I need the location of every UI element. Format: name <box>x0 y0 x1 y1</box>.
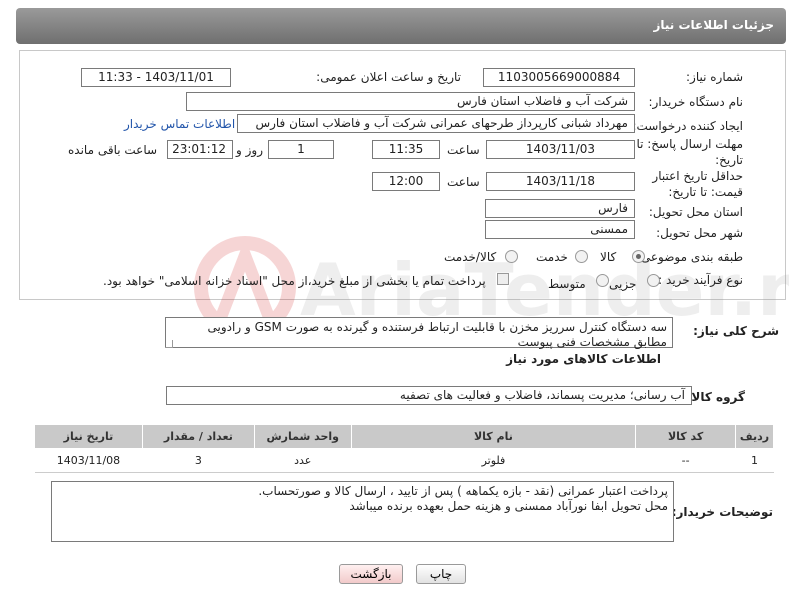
cell-row-number: 1 <box>735 448 774 473</box>
process-option-minor-label: جزیی <box>609 277 637 291</box>
goods-info-title: اطلاعات کالاهای مورد نیاز <box>506 352 661 366</box>
col-quantity: تعداد / مقدار <box>141 424 255 449</box>
requester-label: ایجاد کننده درخواست: <box>632 119 743 133</box>
process-label: نوع فرآیند خرید : <box>658 273 743 287</box>
cell-goods-code: -- <box>635 448 736 473</box>
general-desc-label: شرح کلی نیاز: <box>693 324 779 338</box>
reply-deadline-label: مهلت ارسال پاسخ: تا تاریخ: <box>636 137 743 167</box>
col-row-number: ردیف <box>735 424 774 449</box>
category-option-service-radio[interactable] <box>575 250 588 263</box>
general-desc-textarea: سه دستگاه کنترل سرریز مخزن با قابلیت ارت… <box>165 317 673 349</box>
buyer-org-field: شرکت آب و فاضلاب استان فارس <box>186 92 635 111</box>
category-label: طبقه بندی موضوعی: <box>636 250 743 264</box>
cell-quantity: 3 <box>142 448 255 473</box>
validity-time-field: 12:00 <box>372 172 440 191</box>
category-option-goods-label: کالا <box>600 250 617 264</box>
back-button[interactable]: بازگشت <box>339 564 403 584</box>
category-option-both-radio[interactable] <box>505 250 518 263</box>
col-need-date: تاریخ نیاز <box>34 424 143 449</box>
col-goods-code: کد کالا <box>635 424 737 449</box>
reply-time-label: ساعت <box>447 143 480 157</box>
page-title: جزئیات اطلاعات نیاز <box>653 18 774 32</box>
city-field: ممسنی <box>485 220 635 239</box>
process-option-medium-label: متوسط <box>548 277 586 291</box>
goods-group-field: آب رسانی؛ مدیریت پسماند، فاضلاب و فعالیت… <box>166 386 692 405</box>
days-label: روز و <box>236 143 263 157</box>
cell-need-date: 1403/11/08 <box>34 448 143 473</box>
buyer-notes-line-1: پرداخت اعتبار عمرانی (نقد - بازه یکماهه … <box>258 484 668 498</box>
buyer-org-label: نام دستگاه خریدار: <box>648 95 744 109</box>
category-option-service-label: خدمت <box>536 250 568 264</box>
reply-time-field: 11:35 <box>372 140 440 159</box>
category-option-both-label: کالا/خدمت <box>444 250 497 264</box>
remaining-label: ساعت باقی مانده <box>68 143 158 157</box>
col-unit: واحد شمارش <box>253 424 352 449</box>
requester-field: مهرداد شبانی کارپرداز طرحهای عمرانی شرکت… <box>237 114 635 133</box>
col-goods-name: نام کالا <box>350 424 637 449</box>
announce-datetime-field: 1403/11/01 - 11:33 <box>81 68 231 87</box>
validity-time-label: ساعت <box>447 175 480 189</box>
treasury-note: پرداخت تمام یا بخشی از مبلغ خرید،از محل … <box>103 274 486 288</box>
remaining-time-field: 23:01:12 <box>167 140 233 159</box>
print-button[interactable]: چاپ <box>416 564 466 584</box>
province-label: استان محل تحویل: <box>648 205 743 219</box>
cell-goods-name: فلوتر <box>351 448 636 473</box>
goods-group-label: گروه کالا: <box>686 390 745 404</box>
resize-handle-icon <box>165 340 173 348</box>
cell-unit: عدد <box>254 448 352 473</box>
page-header: جزئیات اطلاعات نیاز <box>16 8 786 44</box>
announce-datetime-label: تاریخ و ساعت اعلان عمومی: <box>316 70 461 84</box>
goods-table-header: ردیف کد کالا نام کالا واحد شمارش تعداد /… <box>34 424 774 449</box>
reply-days-field: 1 <box>268 140 334 159</box>
validity-date-field: 1403/11/18 <box>486 172 635 191</box>
contact-info-link[interactable]: اطلاعات تماس خریدار <box>124 117 235 131</box>
need-number-field: 1103005669000884 <box>483 68 635 87</box>
need-number-label: شماره نیاز: <box>686 70 743 84</box>
province-field: فارس <box>485 199 635 218</box>
buyer-notes-line-2: محل تحویل ابفا نورآباد ممسنی و هزینه حمل… <box>349 499 668 513</box>
city-label: شهر محل تحویل: <box>656 226 743 240</box>
process-option-medium-radio[interactable] <box>596 274 609 287</box>
process-option-minor-radio[interactable] <box>647 274 660 287</box>
category-option-goods-radio[interactable] <box>632 250 645 263</box>
buyer-notes-label: توضیحات خریدار: <box>671 505 773 519</box>
buyer-notes-textarea: پرداخت اعتبار عمرانی (نقد - بازه یکماهه … <box>51 481 674 542</box>
treasury-checkbox[interactable] <box>497 273 509 285</box>
goods-table: ردیف کد کالا نام کالا واحد شمارش تعداد /… <box>34 424 774 473</box>
min-validity-label: حداقل تاریخ اعتبار قیمت: تا تاریخ: <box>652 169 743 199</box>
reply-date-field: 1403/11/03 <box>486 140 635 159</box>
table-row: 1 -- فلوتر عدد 3 1403/11/08 <box>34 448 774 473</box>
